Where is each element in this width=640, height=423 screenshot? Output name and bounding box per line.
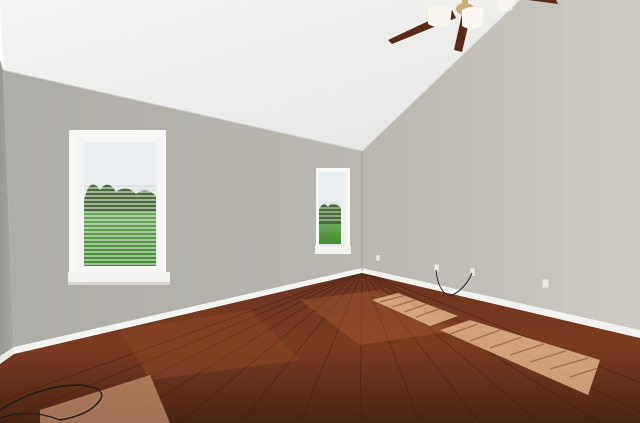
room-illustration xyxy=(0,0,640,423)
room-photo xyxy=(0,0,640,423)
window-left xyxy=(68,130,170,285)
window-right xyxy=(315,168,351,254)
